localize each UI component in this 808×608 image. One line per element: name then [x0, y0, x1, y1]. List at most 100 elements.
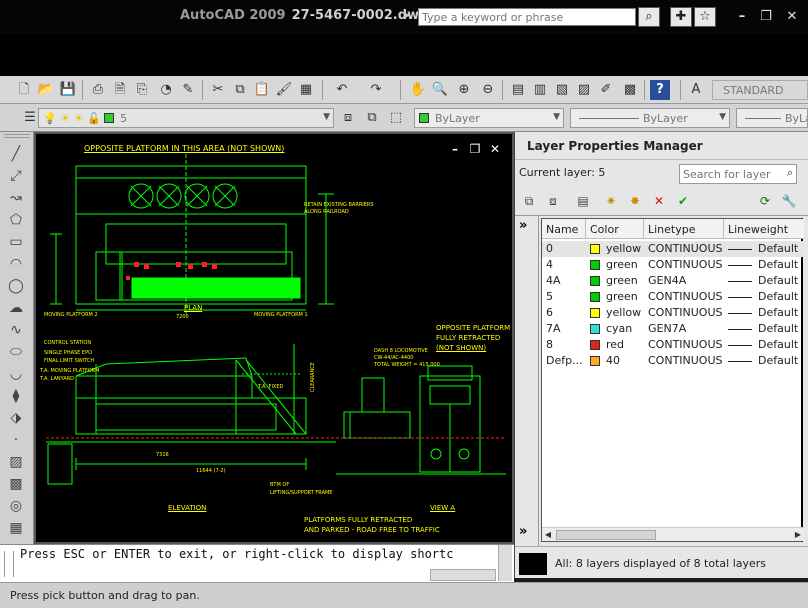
- layer-lineweight[interactable]: Default: [758, 322, 804, 335]
- make-block-icon[interactable]: ⬗: [6, 408, 26, 428]
- layer-row[interactable]: 0 yellow CONTINUOUS Default: [542, 241, 804, 257]
- layer-row[interactable]: 6 yellow CONTINUOUS Default: [542, 305, 804, 321]
- expand-tree-bottom-icon[interactable]: »: [519, 524, 527, 539]
- construction-line-icon[interactable]: ⤢: [6, 166, 26, 186]
- layer-linetype[interactable]: CONTINUOUS: [648, 354, 724, 367]
- layer-states-manager-icon[interactable]: ▤: [573, 192, 593, 210]
- open-file-icon[interactable]: 📂: [36, 80, 56, 100]
- layer-states-icon[interactable]: ⬚: [386, 108, 406, 128]
- ellipse-arc-icon[interactable]: ◡: [6, 364, 26, 384]
- column-header-lineweight[interactable]: Lineweight: [724, 219, 804, 239]
- drawing-canvas[interactable]: – ❐ ✕ OPPOSITE PLATFORM IN THIS AREA (NO…: [36, 134, 512, 542]
- restore-button[interactable]: ❐: [756, 8, 776, 26]
- layer-lineweight[interactable]: Default: [758, 338, 804, 351]
- layer-linetype[interactable]: CONTINUOUS: [648, 242, 724, 255]
- markup-icon[interactable]: ✐: [596, 80, 616, 100]
- layer-search-input[interactable]: [679, 164, 797, 184]
- layer-color-swatch[interactable]: [590, 324, 600, 334]
- point-icon[interactable]: ·: [6, 430, 26, 450]
- revision-cloud-icon[interactable]: ☁: [6, 298, 26, 318]
- rectangle-icon[interactable]: ▭: [6, 232, 26, 252]
- layer-row[interactable]: 8 red CONTINUOUS Default: [542, 337, 804, 353]
- layer-linetype[interactable]: GEN7A: [648, 322, 724, 335]
- paste-icon[interactable]: 📋: [252, 80, 272, 100]
- subscription-center-icon[interactable]: ✚: [670, 7, 692, 27]
- delete-layer-icon[interactable]: ✕: [649, 192, 669, 210]
- layer-linetype[interactable]: CONTINUOUS: [648, 338, 724, 351]
- layer-linetype[interactable]: CONTINUOUS: [648, 258, 724, 271]
- table-icon[interactable]: ▦: [6, 518, 26, 538]
- design-center-icon[interactable]: ▥: [530, 80, 550, 100]
- layer-linetype[interactable]: CONTINUOUS: [648, 290, 724, 303]
- scroll-thumb[interactable]: [556, 530, 656, 540]
- search-icon[interactable]: ⌕: [787, 166, 793, 180]
- hatch-icon[interactable]: ▨: [6, 452, 26, 472]
- spline-icon[interactable]: ∿: [6, 320, 26, 340]
- properties-icon[interactable]: ▤: [508, 80, 528, 100]
- save-icon[interactable]: 💾: [58, 80, 78, 100]
- layer-row[interactable]: 5 green CONTINUOUS Default: [542, 289, 804, 305]
- tool-palettes-icon[interactable]: ▧: [552, 80, 572, 100]
- polyline-icon[interactable]: ↝: [6, 188, 26, 208]
- scroll-left-icon[interactable]: ◀: [542, 528, 554, 542]
- viewport-restore-button[interactable]: ❐: [468, 142, 482, 156]
- gradient-icon[interactable]: ▩: [6, 474, 26, 494]
- match-properties-icon[interactable]: 🖌: [274, 80, 294, 100]
- help-icon[interactable]: ?: [650, 80, 670, 100]
- command-vertical-scrollbar[interactable]: [498, 545, 512, 581]
- palette-title[interactable]: Layer Properties Manager: [515, 132, 808, 160]
- etransmit-icon[interactable]: ✎: [178, 80, 198, 100]
- command-line-grip[interactable]: [4, 551, 14, 577]
- layer-color-swatch[interactable]: [590, 260, 600, 270]
- layer-color-swatch[interactable]: [590, 292, 600, 302]
- scroll-right-icon[interactable]: ▶: [792, 528, 804, 542]
- favorites-star-icon[interactable]: ☆: [694, 7, 716, 27]
- copy-icon[interactable]: ⧉: [230, 80, 250, 100]
- column-header-color[interactable]: Color: [586, 219, 644, 239]
- layer-manager-icon[interactable]: ☰: [20, 108, 40, 128]
- play-arrow-icon[interactable]: ▸: [405, 10, 410, 21]
- layer-lineweight[interactable]: Default: [758, 258, 804, 271]
- publish-icon[interactable]: ⎘: [132, 80, 152, 100]
- zoom-window-icon[interactable]: ⊕: [454, 80, 474, 100]
- search-magnifier-icon[interactable]: ⌕: [638, 7, 660, 27]
- undo-icon[interactable]: ↶: [332, 80, 352, 100]
- layer-lineweight[interactable]: Default: [758, 306, 804, 319]
- layer-lineweight[interactable]: Default: [758, 354, 804, 367]
- redo-icon[interactable]: ↷: [366, 80, 386, 100]
- layer-color-swatch[interactable]: [590, 308, 600, 318]
- circle-icon[interactable]: ◯: [6, 276, 26, 296]
- block-editor-icon[interactable]: ▦: [296, 80, 316, 100]
- set-current-icon[interactable]: ✔: [673, 192, 693, 210]
- pan-realtime-icon[interactable]: ✋: [408, 80, 428, 100]
- refresh-icon[interactable]: ⟳: [755, 192, 775, 210]
- text-style-icon[interactable]: A: [686, 80, 706, 100]
- layer-row[interactable]: 4A green GEN4A Default: [542, 273, 804, 289]
- layer-linetype[interactable]: GEN4A: [648, 274, 724, 287]
- layer-combo[interactable]: 💡 ☀ ☀ 🔓 5 ▼: [38, 108, 334, 128]
- 3d-dwf-icon[interactable]: ◔: [156, 80, 176, 100]
- horizontal-scrollbar[interactable]: ◀ ▶: [542, 527, 804, 541]
- color-combo[interactable]: ByLayer ▼: [414, 108, 564, 128]
- column-header-linetype[interactable]: Linetype: [644, 219, 724, 239]
- plot-preview-icon[interactable]: 🗎: [110, 80, 130, 100]
- lineweight-combo[interactable]: ByLayer: [736, 108, 808, 128]
- close-button[interactable]: ✕: [782, 8, 802, 26]
- new-layer-icon[interactable]: ✷: [601, 192, 621, 210]
- zoom-realtime-icon[interactable]: 🔍: [430, 80, 450, 100]
- new-group-filter-icon[interactable]: ⧈: [543, 192, 563, 210]
- column-header-name[interactable]: Name: [542, 219, 586, 239]
- zoom-previous-icon[interactable]: ⊖: [478, 80, 498, 100]
- settings-wrench-icon[interactable]: 🔧: [779, 192, 799, 210]
- line-icon[interactable]: ╱: [6, 144, 26, 164]
- layer-color-swatch[interactable]: [590, 244, 600, 254]
- command-horizontal-scrollbar[interactable]: [430, 569, 496, 581]
- text-style-combo[interactable]: STANDARD: [712, 80, 808, 100]
- region-icon[interactable]: ◎: [6, 496, 26, 516]
- minimize-button[interactable]: –: [732, 8, 752, 26]
- plot-icon[interactable]: ⎙: [88, 80, 108, 100]
- layer-lineweight[interactable]: Default: [758, 274, 804, 287]
- polygon-icon[interactable]: ⬠: [6, 210, 26, 230]
- infocenter-search-input[interactable]: [418, 8, 636, 26]
- layer-linetype[interactable]: CONTINUOUS: [648, 306, 724, 319]
